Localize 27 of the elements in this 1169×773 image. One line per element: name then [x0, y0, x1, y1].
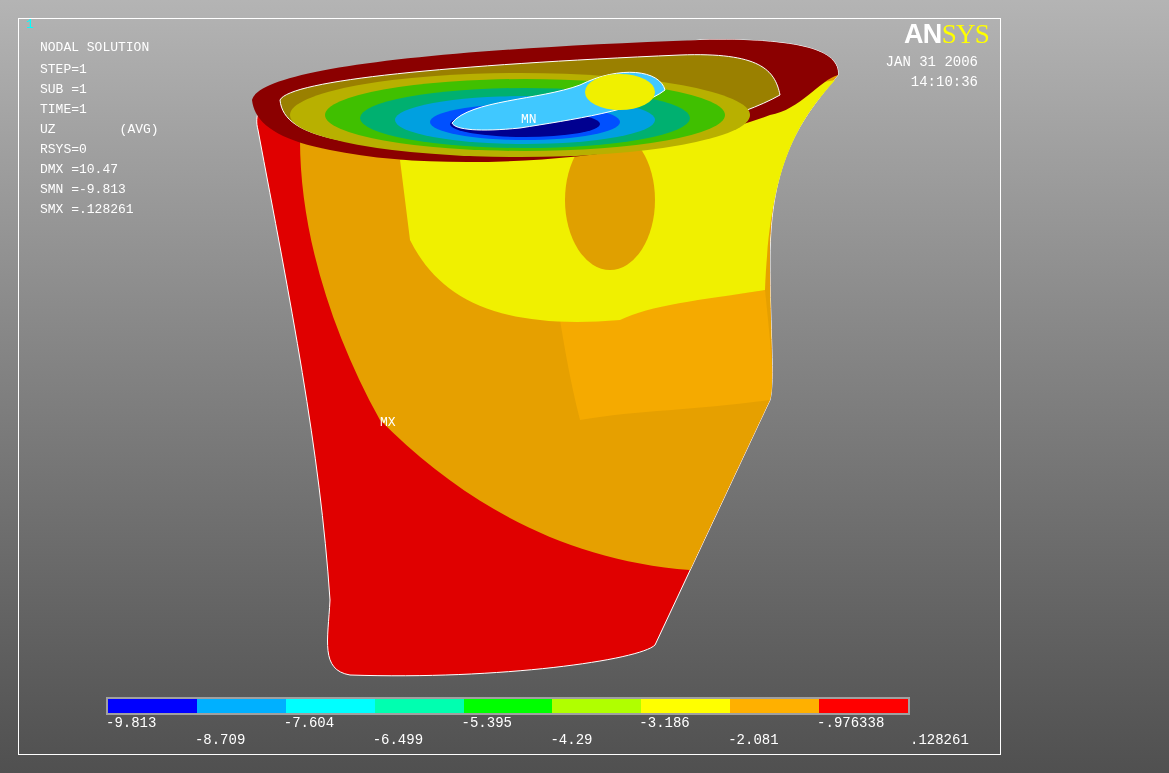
legend-label: .128261 — [910, 732, 969, 748]
info-line: DMX =10.47 — [40, 161, 118, 179]
info-line: SMX =.128261 — [40, 201, 134, 219]
legend-label: -.976338 — [817, 715, 885, 731]
plot-time: 14:10:36 — [910, 73, 978, 92]
info-line: STEP=1 — [40, 61, 87, 79]
legend-label: -5.395 — [461, 715, 512, 731]
legend-label: -2.081 — [728, 732, 779, 748]
contour-patch — [585, 74, 655, 110]
info-line: SMN =-9.813 — [40, 181, 126, 199]
info-line: SUB =1 — [40, 81, 87, 99]
window-number: 1 — [26, 18, 35, 32]
min-marker: MN — [521, 113, 537, 127]
info-note: (AVG) — [119, 121, 159, 139]
plot-title: NODAL SOLUTION — [40, 39, 151, 57]
legend-label: -6.499 — [372, 732, 424, 748]
legend-label: -4.29 — [550, 732, 593, 748]
logo: ANSYS — [904, 20, 990, 48]
legend-label: -8.709 — [194, 732, 246, 748]
legend-label: -3.186 — [639, 715, 690, 731]
max-marker: MX — [380, 416, 396, 430]
plot-date: JAN 31 2006 — [885, 53, 978, 72]
info-line: RSYS=0 — [40, 141, 87, 159]
legend-label: -9.813 — [106, 715, 157, 731]
info-line: TIME=1 — [40, 101, 87, 119]
info-line: UZ — [40, 121, 56, 139]
legend-label: -7.604 — [283, 715, 335, 731]
